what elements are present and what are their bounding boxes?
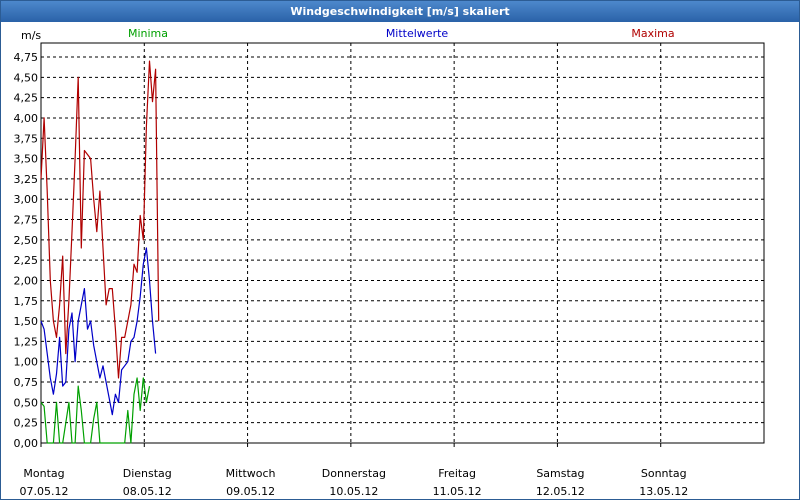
series-line-maxima [40,60,160,379]
chart-window: Windgeschwindigkeit [m/s] skaliert 0,00 0… [0,0,800,500]
y-tick-label: 3,00 [14,193,39,206]
y-tick-label: 3,25 [14,173,39,186]
y-tick-label: 0,00 [14,437,39,450]
y-tick-label: 4,25 [14,92,39,105]
y-tick-label: 1,75 [14,295,39,308]
y-tick-label: 4,50 [14,71,39,84]
series-line-minima [40,377,151,444]
x-tick-day-label: Donnerstag [322,467,386,480]
y-tick-label: 0,25 [14,417,39,430]
y-tick-label: 3,75 [14,132,39,145]
x-tick-day-label: Montag [23,467,64,480]
y-tick-label: 2,25 [14,254,39,267]
x-tick-date-label: 08.05.12 [123,485,172,498]
y-tick-label: 1,50 [14,315,39,328]
x-tick-day-label: Samstag [536,467,584,480]
x-tick-date-label: 12.05.12 [536,485,585,498]
legend-entry-mittelwerte: Mittelwerte [386,27,449,40]
y-tick-label: 4,75 [14,51,39,64]
x-tick-day-label: Sonntag [641,467,687,480]
y-tick-label: 1,25 [14,335,39,348]
legend-entry-maxima: Maxima [631,27,674,40]
plot-frame [40,42,765,444]
y-axis-label: m/s [21,29,41,42]
x-tick-day-label: Freitag [438,467,476,480]
x-tick-date-label: 10.05.12 [329,485,378,498]
y-tick-label: 2,50 [14,234,39,247]
y-tick-label: 0,50 [14,396,39,409]
x-tick-date-label: 13.05.12 [639,485,688,498]
window-title: Windgeschwindigkeit [m/s] skaliert [1,1,799,22]
y-tick-label: 1,00 [14,356,39,369]
wind-speed-chart: 0,00 0,25 0,50 0,75 1,00 1,25 1,50 1,75 2,00 2,25… [14,27,765,498]
x-tick-date-label: 09.05.12 [226,485,275,498]
y-tick-label: 3,50 [14,153,39,166]
y-tick-label: 0,75 [14,376,39,389]
x-tick-date-label: 07.05.12 [20,485,69,498]
y-tick-label: 4,00 [14,112,39,125]
x-tick-day-label: Dienstag [123,467,172,480]
x-tick-day-label: Mittwoch [226,467,276,480]
y-tick-label: 2,75 [14,214,39,227]
x-tick-date-label: 11.05.12 [433,485,482,498]
y-tick-label: 2,00 [14,274,39,287]
legend-entry-minima: Minima [128,27,168,40]
